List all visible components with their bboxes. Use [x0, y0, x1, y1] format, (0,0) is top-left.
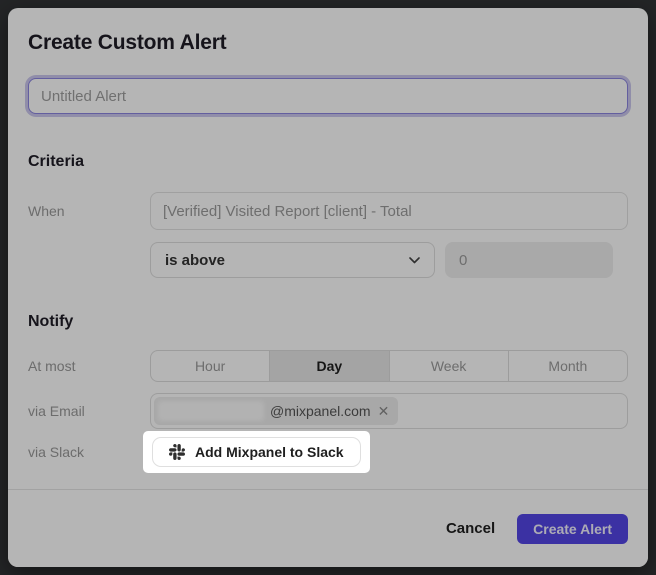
dim-overlay — [0, 0, 656, 575]
slack-button-spotlight: Add Mixpanel to Slack — [143, 431, 370, 473]
slack-icon — [169, 444, 185, 460]
add-mixpanel-to-slack-button[interactable]: Add Mixpanel to Slack — [152, 437, 361, 467]
slack-button-label: Add Mixpanel to Slack — [195, 444, 344, 460]
